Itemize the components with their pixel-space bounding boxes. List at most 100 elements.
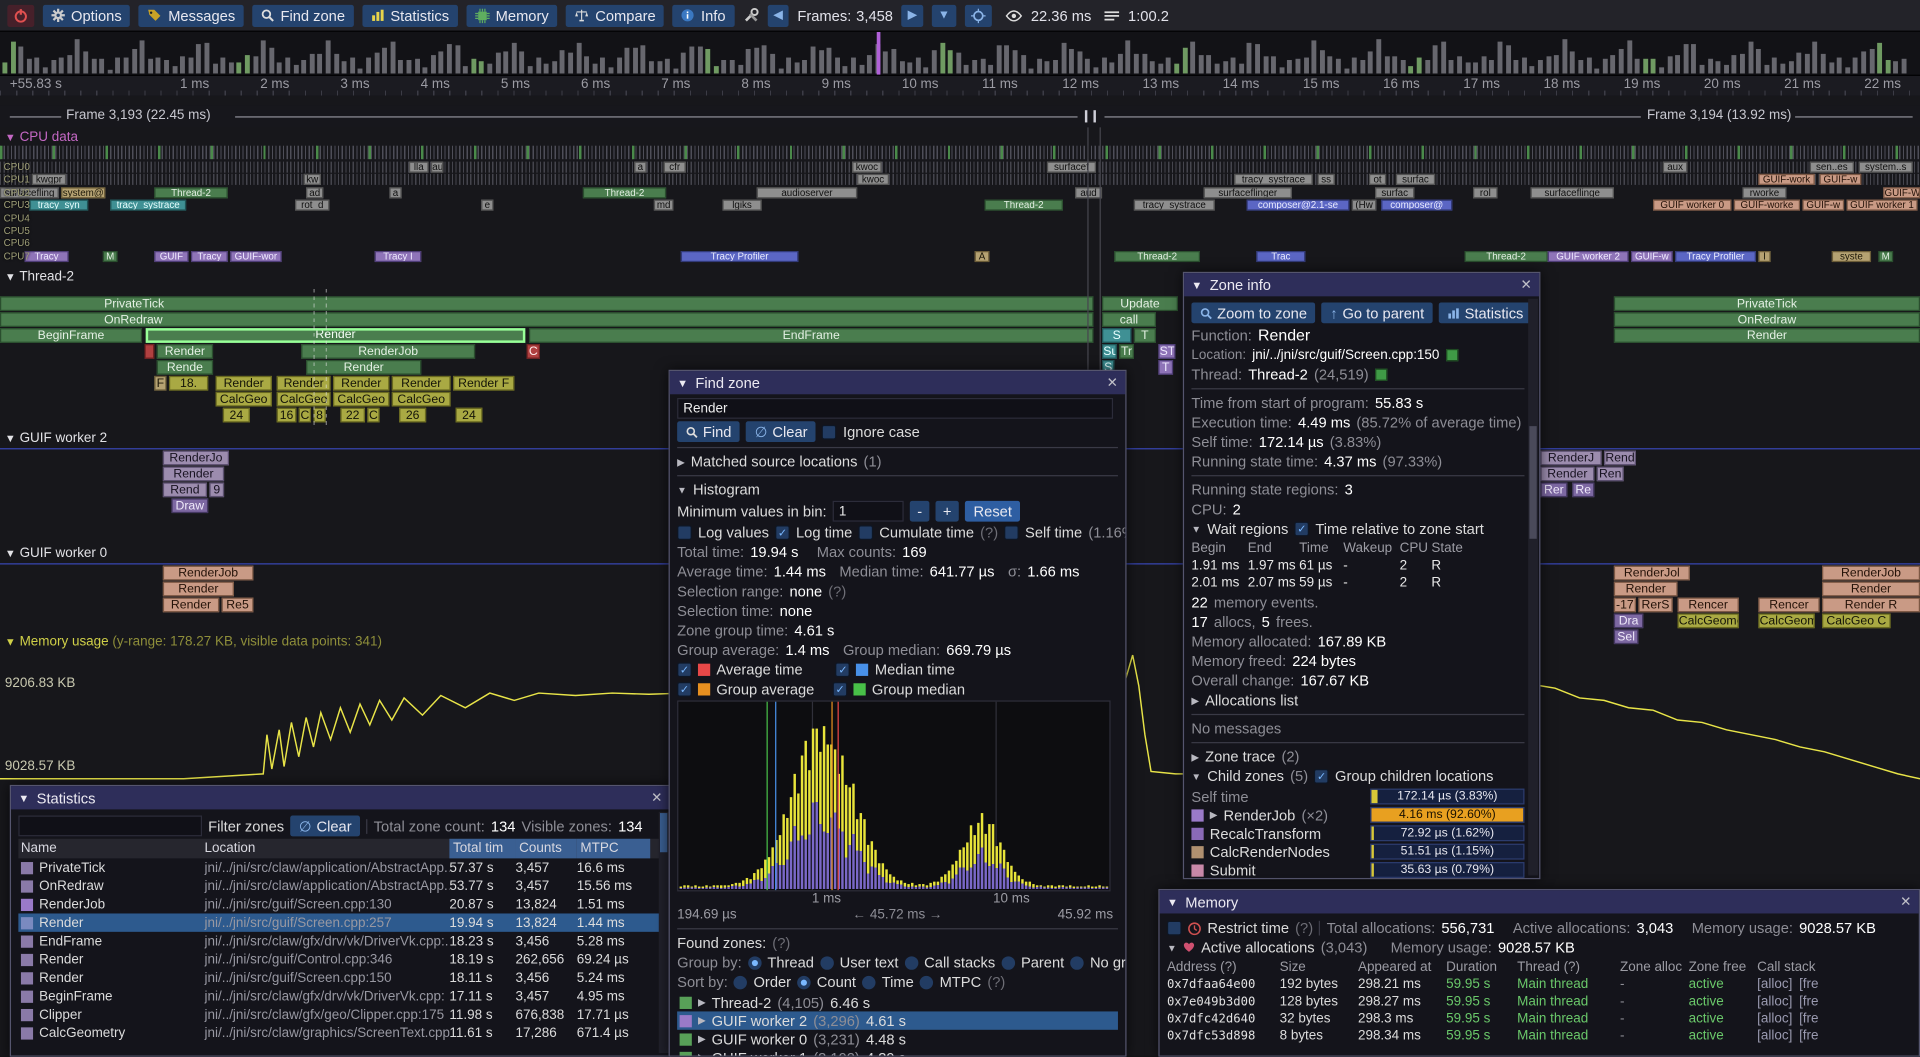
- cpu-zone[interactable]: Tracy I: [375, 251, 422, 262]
- zone[interactable]: C: [299, 408, 311, 423]
- zone[interactable]: -17: [1614, 598, 1636, 613]
- stats-row[interactable]: OnRedrawjni/../jni/src/claw/application/…: [18, 877, 662, 895]
- group-by-option-label[interactable]: Thread: [767, 954, 814, 971]
- next-frame-button[interactable]: ▶: [902, 4, 924, 26]
- cpu-zone[interactable]: Tracy Profiler: [1675, 251, 1756, 262]
- group-by-option-label[interactable]: No groupi: [1090, 954, 1125, 971]
- cpu-zone[interactable]: a: [634, 162, 646, 173]
- zone[interactable]: Render: [392, 376, 451, 391]
- group-by-radio-no-groupi[interactable]: [1070, 956, 1083, 969]
- zone[interactable]: Render: [1614, 328, 1920, 343]
- sort-by-radio-order[interactable]: [734, 975, 747, 988]
- allocation-row[interactable]: 0x7e049b3d00128 bytes298.27 ms59.95 sMai…: [1167, 993, 1911, 1010]
- zone[interactable]: call: [1102, 312, 1156, 327]
- cpu-zone[interactable]: Thread-2: [154, 187, 227, 198]
- find-zone-window-titlebar[interactable]: ▼ Find zone ✕: [670, 371, 1126, 394]
- cpu-zone[interactable]: GUIF-w: [1631, 251, 1673, 262]
- cpu-zone[interactable]: Thread-2: [1464, 251, 1547, 262]
- zone[interactable]: Rende: [157, 360, 213, 375]
- statistics-button[interactable]: Statistics: [1439, 302, 1532, 323]
- cpu-zone[interactable]: syste: [1832, 251, 1871, 262]
- sort-by-option-label[interactable]: Count: [817, 973, 856, 990]
- zone[interactable]: S: [1102, 328, 1131, 343]
- stats-row[interactable]: Clipperjni/../jni/src/claw/gfx/geo/Clipp…: [18, 1005, 662, 1023]
- group-by-radio-thread[interactable]: [748, 956, 761, 969]
- zone[interactable]: C: [527, 344, 540, 359]
- cpu-zone[interactable]: rot_d: [295, 200, 329, 211]
- cpu-zone[interactable]: (Hw: [1352, 200, 1376, 211]
- zone[interactable]: Render: [163, 598, 219, 613]
- options-button[interactable]: Options: [43, 4, 130, 26]
- close-icon[interactable]: ✕: [1521, 277, 1532, 293]
- zone[interactable]: RenderJol: [1614, 566, 1690, 581]
- cpu-zone[interactable]: tracy_systrace: [1134, 200, 1215, 211]
- column-header[interactable]: Counts: [516, 839, 577, 859]
- stats-row[interactable]: BeginFramejni/../jni/src/claw/gfx/drv/vk…: [18, 987, 662, 1005]
- column-header[interactable]: MTPC: [577, 839, 650, 859]
- average-time-checkbox[interactable]: ✓: [677, 662, 692, 677]
- collapse-icon[interactable]: ▼: [1191, 523, 1201, 534]
- cpu-zone[interactable]: surfaceflinger: [1204, 187, 1292, 198]
- group_median-marker[interactable]: [767, 702, 768, 891]
- zone[interactable]: CalcGeo: [216, 392, 272, 407]
- self-time-checkbox[interactable]: ✓: [1004, 525, 1019, 540]
- zone[interactable]: CalcGeome: [1678, 613, 1739, 628]
- sort-by-option-label[interactable]: MTPC: [940, 973, 982, 990]
- stats-row[interactable]: EndFramejni/../jni/src/claw/gfx/drv/vk/D…: [18, 932, 662, 950]
- memory-window-titlebar[interactable]: ▼ Memory ✕: [1160, 890, 1919, 913]
- zone[interactable]: ST: [1158, 344, 1175, 359]
- wait-regions-label[interactable]: Wait regions: [1207, 520, 1288, 537]
- zone[interactable]: RenderJo: [163, 451, 229, 466]
- source-location[interactable]: jni/../jni/src/guif/Screen.cpp:150: [1252, 348, 1439, 363]
- zone[interactable]: PrivateTick: [0, 296, 1093, 311]
- thread-color-swatch[interactable]: [1375, 369, 1387, 381]
- zone[interactable]: CalcGeomet: [1758, 613, 1814, 628]
- cpu-zone[interactable]: composer@: [1381, 200, 1452, 211]
- zone[interactable]: T: [1134, 328, 1156, 343]
- messages-button[interactable]: Messages: [139, 4, 244, 26]
- log-time-checkbox[interactable]: ✓: [775, 525, 790, 540]
- zone[interactable]: PrivateTick: [1614, 296, 1920, 311]
- group-average-checkbox[interactable]: ✓: [677, 682, 692, 697]
- zone[interactable]: Rencer: [1678, 598, 1739, 613]
- child-zone-row[interactable]: CalcRenderNodes51.51 µs (1.15%): [1191, 842, 1524, 860]
- tools-icon[interactable]: [743, 7, 759, 23]
- cumulate-time-checkbox[interactable]: ✓: [858, 525, 873, 540]
- zone[interactable]: Render: [277, 376, 331, 391]
- go-to-parent-button[interactable]: ↑Go to parent: [1322, 302, 1433, 323]
- collapse-icon[interactable]: ▼: [677, 484, 687, 495]
- cpu-zone[interactable]: md: [654, 200, 674, 211]
- stats-row[interactable]: PrivateTickjni/../jni/src/claw/applicati…: [18, 858, 662, 876]
- decrease-bin-button[interactable]: -: [910, 501, 930, 522]
- median-time-checkbox[interactable]: ✓: [836, 662, 851, 677]
- child-zone-row[interactable]: Submit35.63 µs (0.79%): [1191, 861, 1524, 878]
- group-by-option-label[interactable]: Call stacks: [924, 954, 995, 971]
- allocation-row[interactable]: 0x7dfc42d64032 bytes298.3 ms59.95 sMain …: [1167, 1010, 1911, 1027]
- relative-time-checkbox[interactable]: ✓: [1294, 522, 1309, 537]
- child-zones-label[interactable]: Child zones: [1207, 768, 1284, 785]
- cpu-zone[interactable]: Tracy Profiler: [681, 251, 799, 262]
- zone[interactable]: Render: [306, 360, 421, 375]
- zone[interactable]: Render: [157, 344, 213, 359]
- statistics-window-titlebar[interactable]: ▼ Statistics ✕: [11, 786, 670, 809]
- collapse-icon[interactable]: ▼: [1167, 942, 1177, 953]
- stats-row[interactable]: Renderjni/../jni/src/guif/Screen.cpp:257…: [18, 913, 662, 931]
- column-header[interactable]: Location: [204, 841, 449, 856]
- column-header[interactable]: Name: [21, 841, 205, 856]
- zone[interactable]: 22: [340, 408, 364, 423]
- frames-bar[interactable]: Frame 3,193 (22.45 ms) Frame 3,194 (13.9…: [0, 105, 1920, 127]
- cpu-zone[interactable]: rol: [1473, 187, 1497, 198]
- zone[interactable]: OnRedraw: [0, 312, 1093, 327]
- zone[interactable]: Su: [1102, 344, 1117, 359]
- restrict-time-checkbox[interactable]: ✓: [1167, 921, 1182, 936]
- matched-locations-label[interactable]: Matched source locations: [691, 453, 858, 470]
- filter-zones-input[interactable]: [18, 816, 202, 837]
- zone[interactable]: Rer: [1540, 482, 1567, 497]
- group_average-marker[interactable]: [831, 702, 832, 891]
- shutdown-button[interactable]: [7, 4, 34, 26]
- memory-button[interactable]: Memory: [466, 4, 557, 26]
- found-zone-group[interactable]: ▶GUIF worker 0(3,231)4.48 s: [677, 1030, 1118, 1048]
- zone[interactable]: RenderJob: [301, 344, 475, 359]
- sort-by-radio-time[interactable]: [862, 975, 875, 988]
- cpu-zone[interactable]: GUIF-w: [1820, 174, 1862, 185]
